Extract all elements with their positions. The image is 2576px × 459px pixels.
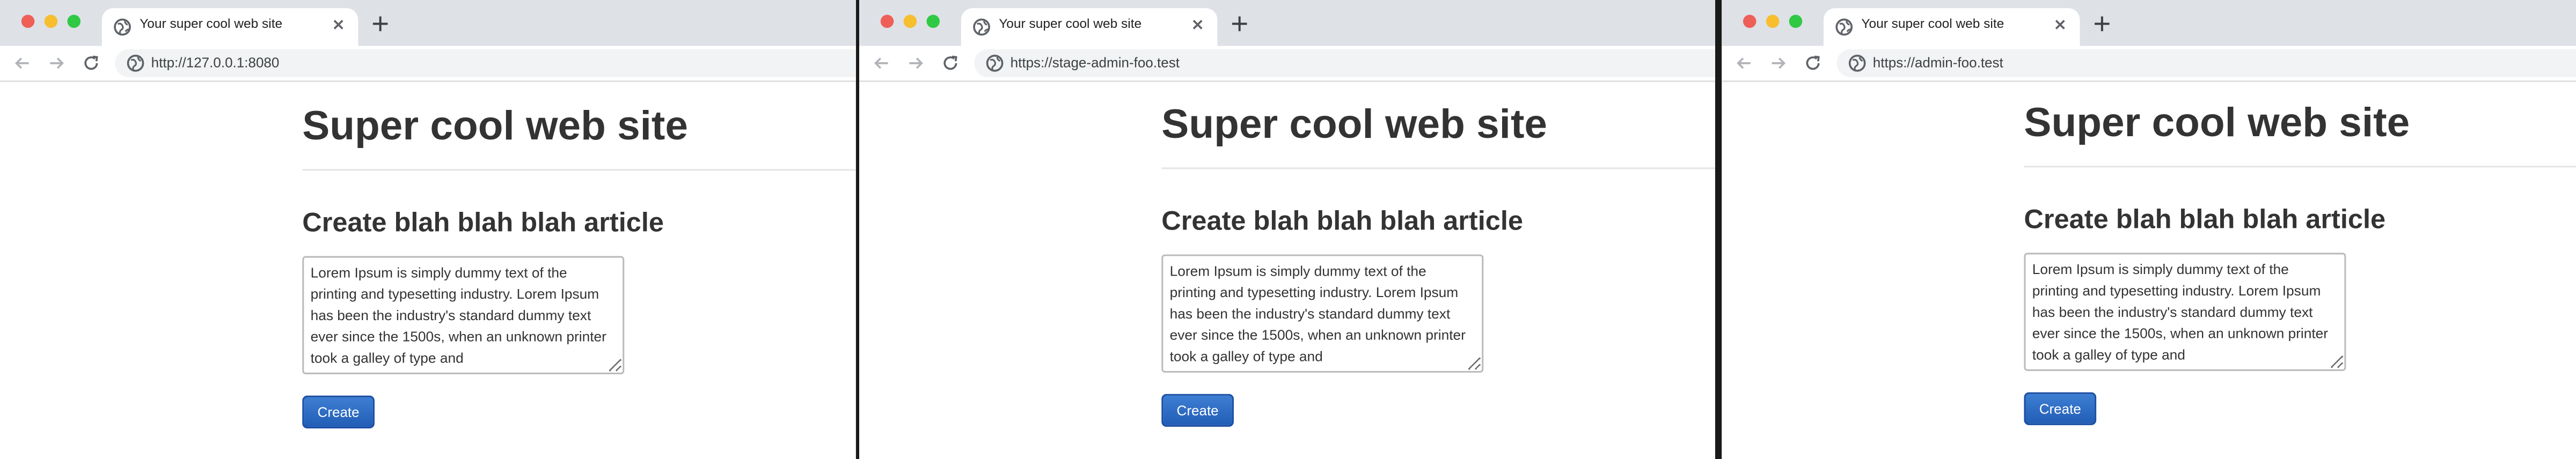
tab-bar: Your super cool web site [859, 0, 1715, 46]
article-body-textarea[interactable]: Lorem Ipsum is simply dummy text of the … [1161, 254, 1484, 373]
browser-toolbar: https://admin-foo.test [1722, 46, 2576, 83]
plus-icon[interactable] [2093, 15, 2111, 33]
tab-title: Your super cool web site [1861, 16, 2004, 32]
browser-window-stage: Your super cool web site https://stage-a… [859, 0, 1715, 459]
address-bar[interactable]: https://stage-admin-foo.test [974, 49, 1715, 77]
create-button[interactable]: Create [1161, 394, 1234, 427]
tab-bar: Your super cool web site [0, 0, 856, 46]
address-bar[interactable]: https://admin-foo.test [1836, 49, 2576, 77]
tab-title: Your super cool web site [140, 16, 283, 32]
tab-active[interactable]: Your super cool web site [961, 8, 1218, 46]
close-window-button[interactable] [880, 14, 894, 28]
divider [302, 169, 856, 171]
page-content: Super cool web site Create blah blah bla… [1722, 79, 2576, 459]
globe-icon [114, 18, 131, 36]
arrow-left-icon[interactable] [1735, 54, 1753, 72]
globe-icon [1835, 18, 1853, 36]
arrow-right-icon[interactable] [907, 54, 925, 72]
maximize-window-button[interactable] [67, 14, 80, 28]
screenshot: Your super cool web site http://127.0.0.… [0, 0, 2576, 459]
address-bar[interactable]: http://127.0.0.1:8080 [115, 49, 856, 77]
minimize-window-button[interactable] [903, 14, 917, 28]
article-body-textarea[interactable]: Lorem Ipsum is simply dummy text of the … [302, 256, 625, 374]
maximize-window-button[interactable] [1789, 14, 1803, 28]
minimize-window-button[interactable] [1766, 14, 1780, 28]
globe-icon [973, 18, 990, 36]
site-title: Super cool web site [1161, 101, 1548, 148]
reload-icon[interactable] [941, 54, 960, 72]
article-body-textarea[interactable]: Lorem Ipsum is simply dummy text of the … [2024, 253, 2346, 371]
browser-toolbar: http://127.0.0.1:8080 [0, 46, 856, 83]
close-icon[interactable] [330, 17, 347, 33]
create-button[interactable]: Create [302, 395, 375, 428]
arrow-right-icon[interactable] [48, 54, 66, 72]
site-info-icon[interactable] [1848, 54, 1867, 72]
browser-window-production: Your super cool web site https://admin-f… [1722, 0, 2576, 459]
browser-toolbar: https://stage-admin-foo.test [859, 46, 1715, 83]
site-info-icon[interactable] [986, 54, 1004, 72]
close-window-button[interactable] [1743, 14, 1757, 28]
page-content: Super cool web site Create blah blah bla… [859, 80, 1715, 459]
form-heading: Create blah blah blah article [302, 208, 664, 238]
form-heading: Create blah blah blah article [1161, 206, 1523, 236]
reload-icon[interactable] [82, 54, 100, 72]
browser-window-local: Your super cool web site http://127.0.0.… [0, 0, 856, 459]
url-text: http://127.0.0.1:8080 [151, 54, 280, 71]
page-content: Super cool web site Create blah blah bla… [0, 82, 856, 459]
plus-icon[interactable] [1231, 15, 1249, 33]
arrow-left-icon[interactable] [13, 54, 31, 72]
form-heading: Create blah blah blah article [2024, 205, 2386, 235]
tab-title: Your super cool web site [999, 16, 1142, 32]
minimize-window-button[interactable] [44, 14, 58, 28]
create-button[interactable]: Create [2024, 392, 2097, 425]
tab-active[interactable]: Your super cool web site [101, 8, 358, 46]
close-icon[interactable] [1189, 17, 1206, 33]
close-window-button[interactable] [21, 14, 35, 28]
site-info-icon[interactable] [127, 54, 145, 72]
url-text: https://admin-foo.test [1872, 54, 2003, 71]
divider [2024, 166, 2576, 168]
divider [1161, 167, 1715, 169]
tab-active[interactable]: Your super cool web site [1823, 8, 2080, 46]
plus-icon[interactable] [371, 15, 390, 33]
site-title: Super cool web site [2024, 100, 2410, 146]
tab-bar: Your super cool web site [1722, 0, 2576, 46]
reload-icon[interactable] [1804, 54, 1822, 72]
close-icon[interactable] [2052, 17, 2068, 33]
url-text: https://stage-admin-foo.test [1010, 54, 1180, 71]
maximize-window-button[interactable] [926, 14, 940, 28]
arrow-left-icon[interactable] [873, 54, 891, 72]
arrow-right-icon[interactable] [1769, 54, 1788, 72]
site-title: Super cool web site [302, 103, 688, 150]
